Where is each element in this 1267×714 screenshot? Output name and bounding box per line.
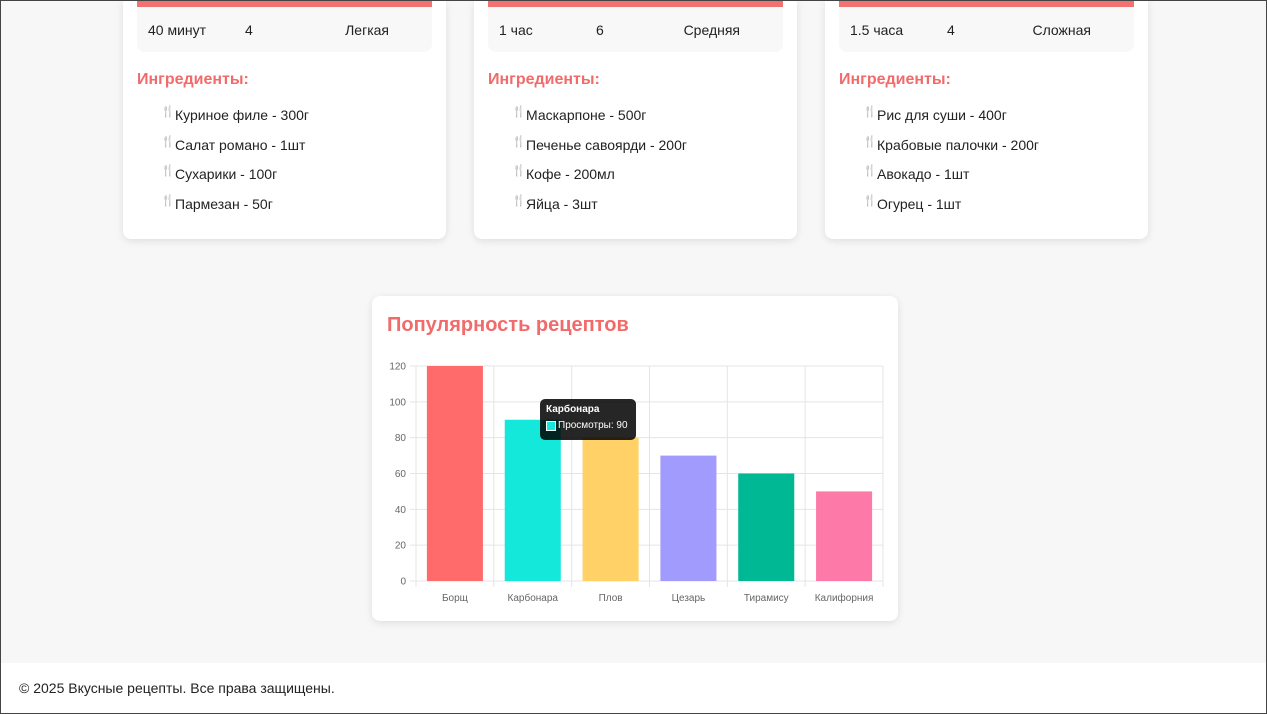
bar: [738, 473, 795, 581]
recipe-cards: 40 минут 4 Легкая Ингредиенты: 🍴 Куриное …: [123, 0, 1148, 239]
ingredient-item: 🍴 Пармезан - 50г: [161, 194, 309, 226]
cook-time: 40 минут: [148, 22, 207, 38]
ingredient-text: Яйца - 3шт: [526, 195, 598, 212]
servings: 6: [596, 22, 604, 38]
ingredient-item: 🍴 Маскарпоне - 500г: [512, 106, 687, 137]
bar: [582, 437, 639, 581]
bar: [426, 366, 483, 581]
ingredient-item: 🍴 Рис для суши - 400г: [863, 106, 1039, 137]
fork-knife-icon: 🍴: [161, 194, 175, 207]
x-tick-label: Цезарь: [672, 593, 706, 604]
fork-knife-icon: 🍴: [863, 194, 877, 207]
ingredient-item: 🍴 Сухарики - 100г: [161, 165, 309, 196]
cook-time: 1 час: [499, 22, 533, 38]
fork-knife-icon: 🍴: [863, 106, 877, 118]
ingredients-list: 🍴 Маскарпоне - 500г 🍴 Печенье савоярди - 2…: [512, 106, 687, 226]
recipe-meta: 1.5 часа 4 Сложная: [839, 0, 1134, 52]
fork-knife-icon: 🍴: [863, 165, 877, 177]
ingredient-text: Рис для суши - 400г: [877, 107, 1007, 123]
x-tick-label: Тирамису: [744, 593, 789, 604]
chart-tooltip: Карбонара Просмотры: 90: [540, 399, 636, 440]
difficulty: Средняя: [683, 22, 740, 38]
fork-knife-icon: 🍴: [161, 165, 175, 177]
tooltip-title: Карбонара: [546, 404, 600, 415]
ingredients-list: 🍴 Рис для суши - 400г 🍴 Крабовые палочки -…: [863, 106, 1040, 226]
servings: 4: [245, 22, 253, 38]
ingredients-heading: Ингредиенты:: [137, 71, 249, 88]
ingredient-text: Пармезан - 50г: [175, 195, 273, 212]
bar: [660, 455, 717, 581]
fork-knife-icon: 🍴: [161, 106, 175, 118]
x-tick-label: Калифорния: [815, 592, 874, 604]
recipe-card: 40 минут 4 Легкая Ингредиенты: 🍴 Куриное …: [123, 0, 446, 239]
fork-knife-icon: 🍴: [161, 135, 175, 148]
tooltip-label: Просмотры: 90: [558, 420, 628, 431]
cook-time: 1.5 часа: [850, 22, 904, 38]
tooltip-row: Просмотры: 90: [546, 420, 630, 431]
ingredient-text: Авокадо - 1шт: [877, 166, 970, 182]
fork-knife-icon: 🍴: [512, 106, 526, 118]
bar: [816, 491, 873, 581]
tooltip-color-swatch: [546, 420, 556, 431]
y-tick-label: 80: [395, 433, 407, 444]
y-tick-label: 100: [389, 397, 406, 408]
y-tick-label: 120: [389, 362, 406, 373]
ingredient-text: Огурец - 1шт: [877, 195, 962, 212]
fork-knife-icon: 🍴: [512, 165, 526, 177]
ingredients-list: 🍴 Куриное филе - 300г 🍴 Салат романо - 1шт…: [161, 106, 309, 226]
ingredient-text: Салат романо - 1шт: [175, 136, 306, 153]
ingredient-item: 🍴 Авокадо - 1шт: [863, 165, 1039, 196]
ingredient-item: 🍴 Печенье савоярди - 200г: [512, 135, 687, 167]
x-tick-label: Плов: [599, 593, 623, 604]
ingredient-item: 🍴 Салат романо - 1шт: [161, 135, 309, 167]
recipe-card: 1.5 часа 4 Сложная Ингредиенты: 🍴 Рис для…: [825, 0, 1148, 239]
recipe-meta: 1 час 6 Средняя: [488, 0, 783, 52]
bar: [504, 419, 561, 581]
servings: 4: [947, 22, 955, 38]
ingredient-text: Куриное филе - 300г: [175, 107, 309, 123]
y-tick-label: 40: [395, 505, 407, 516]
ingredient-item: 🍴 Кофе - 200мл: [512, 165, 687, 196]
ingredient-text: Печенье савоярди - 200г: [526, 136, 687, 153]
ingredient-item: 🍴 Крабовые палочки - 200г: [863, 135, 1040, 167]
y-tick-label: 20: [395, 541, 407, 552]
y-tick-label: 60: [395, 469, 407, 480]
ingredient-text: Маскарпоне - 500г: [526, 107, 647, 123]
ingredient-text: Сухарики - 100г: [175, 166, 278, 182]
ingredient-item: 🍴 Куриное филе - 300г: [161, 106, 309, 137]
recipe-card: 1 час 6 Средняя Ингредиенты: 🍴 Маскарпоне…: [474, 0, 797, 239]
fork-knife-icon: 🍴: [863, 135, 877, 148]
difficulty: Легкая: [345, 22, 389, 38]
footer: © 2025 Вкусные рецепты. Все права защище…: [0, 663, 1267, 714]
copyright-text: © 2025 Вкусные рецепты. Все права защище…: [19, 680, 335, 696]
x-tick-label: Карбонара: [508, 592, 559, 604]
ingredients-heading: Ингредиенты:: [839, 71, 951, 88]
difficulty: Сложная: [1032, 22, 1091, 38]
y-tick-label: 0: [400, 577, 406, 588]
popularity-bar-chart: 0 20 40 60 80 100 120 Борщ Карбонара Плов Цезарь Ти…: [389, 362, 884, 604]
ingredient-item: 🍴 Огурец - 1шт: [863, 194, 1039, 226]
fork-knife-icon: 🍴: [512, 135, 526, 148]
x-tick-label: Борщ: [442, 593, 468, 604]
ingredients-heading: Ингредиенты:: [488, 71, 600, 88]
recipe-meta: 40 минут 4 Легкая: [137, 0, 432, 52]
ingredient-text: Кофе - 200мл: [526, 166, 615, 182]
ingredient-item: 🍴 Яйца - 3шт: [512, 194, 687, 226]
popularity-chart-card: Популярность рецептов 0 20 40 60 80 100 120 Бор…: [372, 296, 898, 621]
ingredient-text: Крабовые палочки - 200г: [877, 136, 1040, 153]
fork-knife-icon: 🍴: [512, 194, 526, 207]
